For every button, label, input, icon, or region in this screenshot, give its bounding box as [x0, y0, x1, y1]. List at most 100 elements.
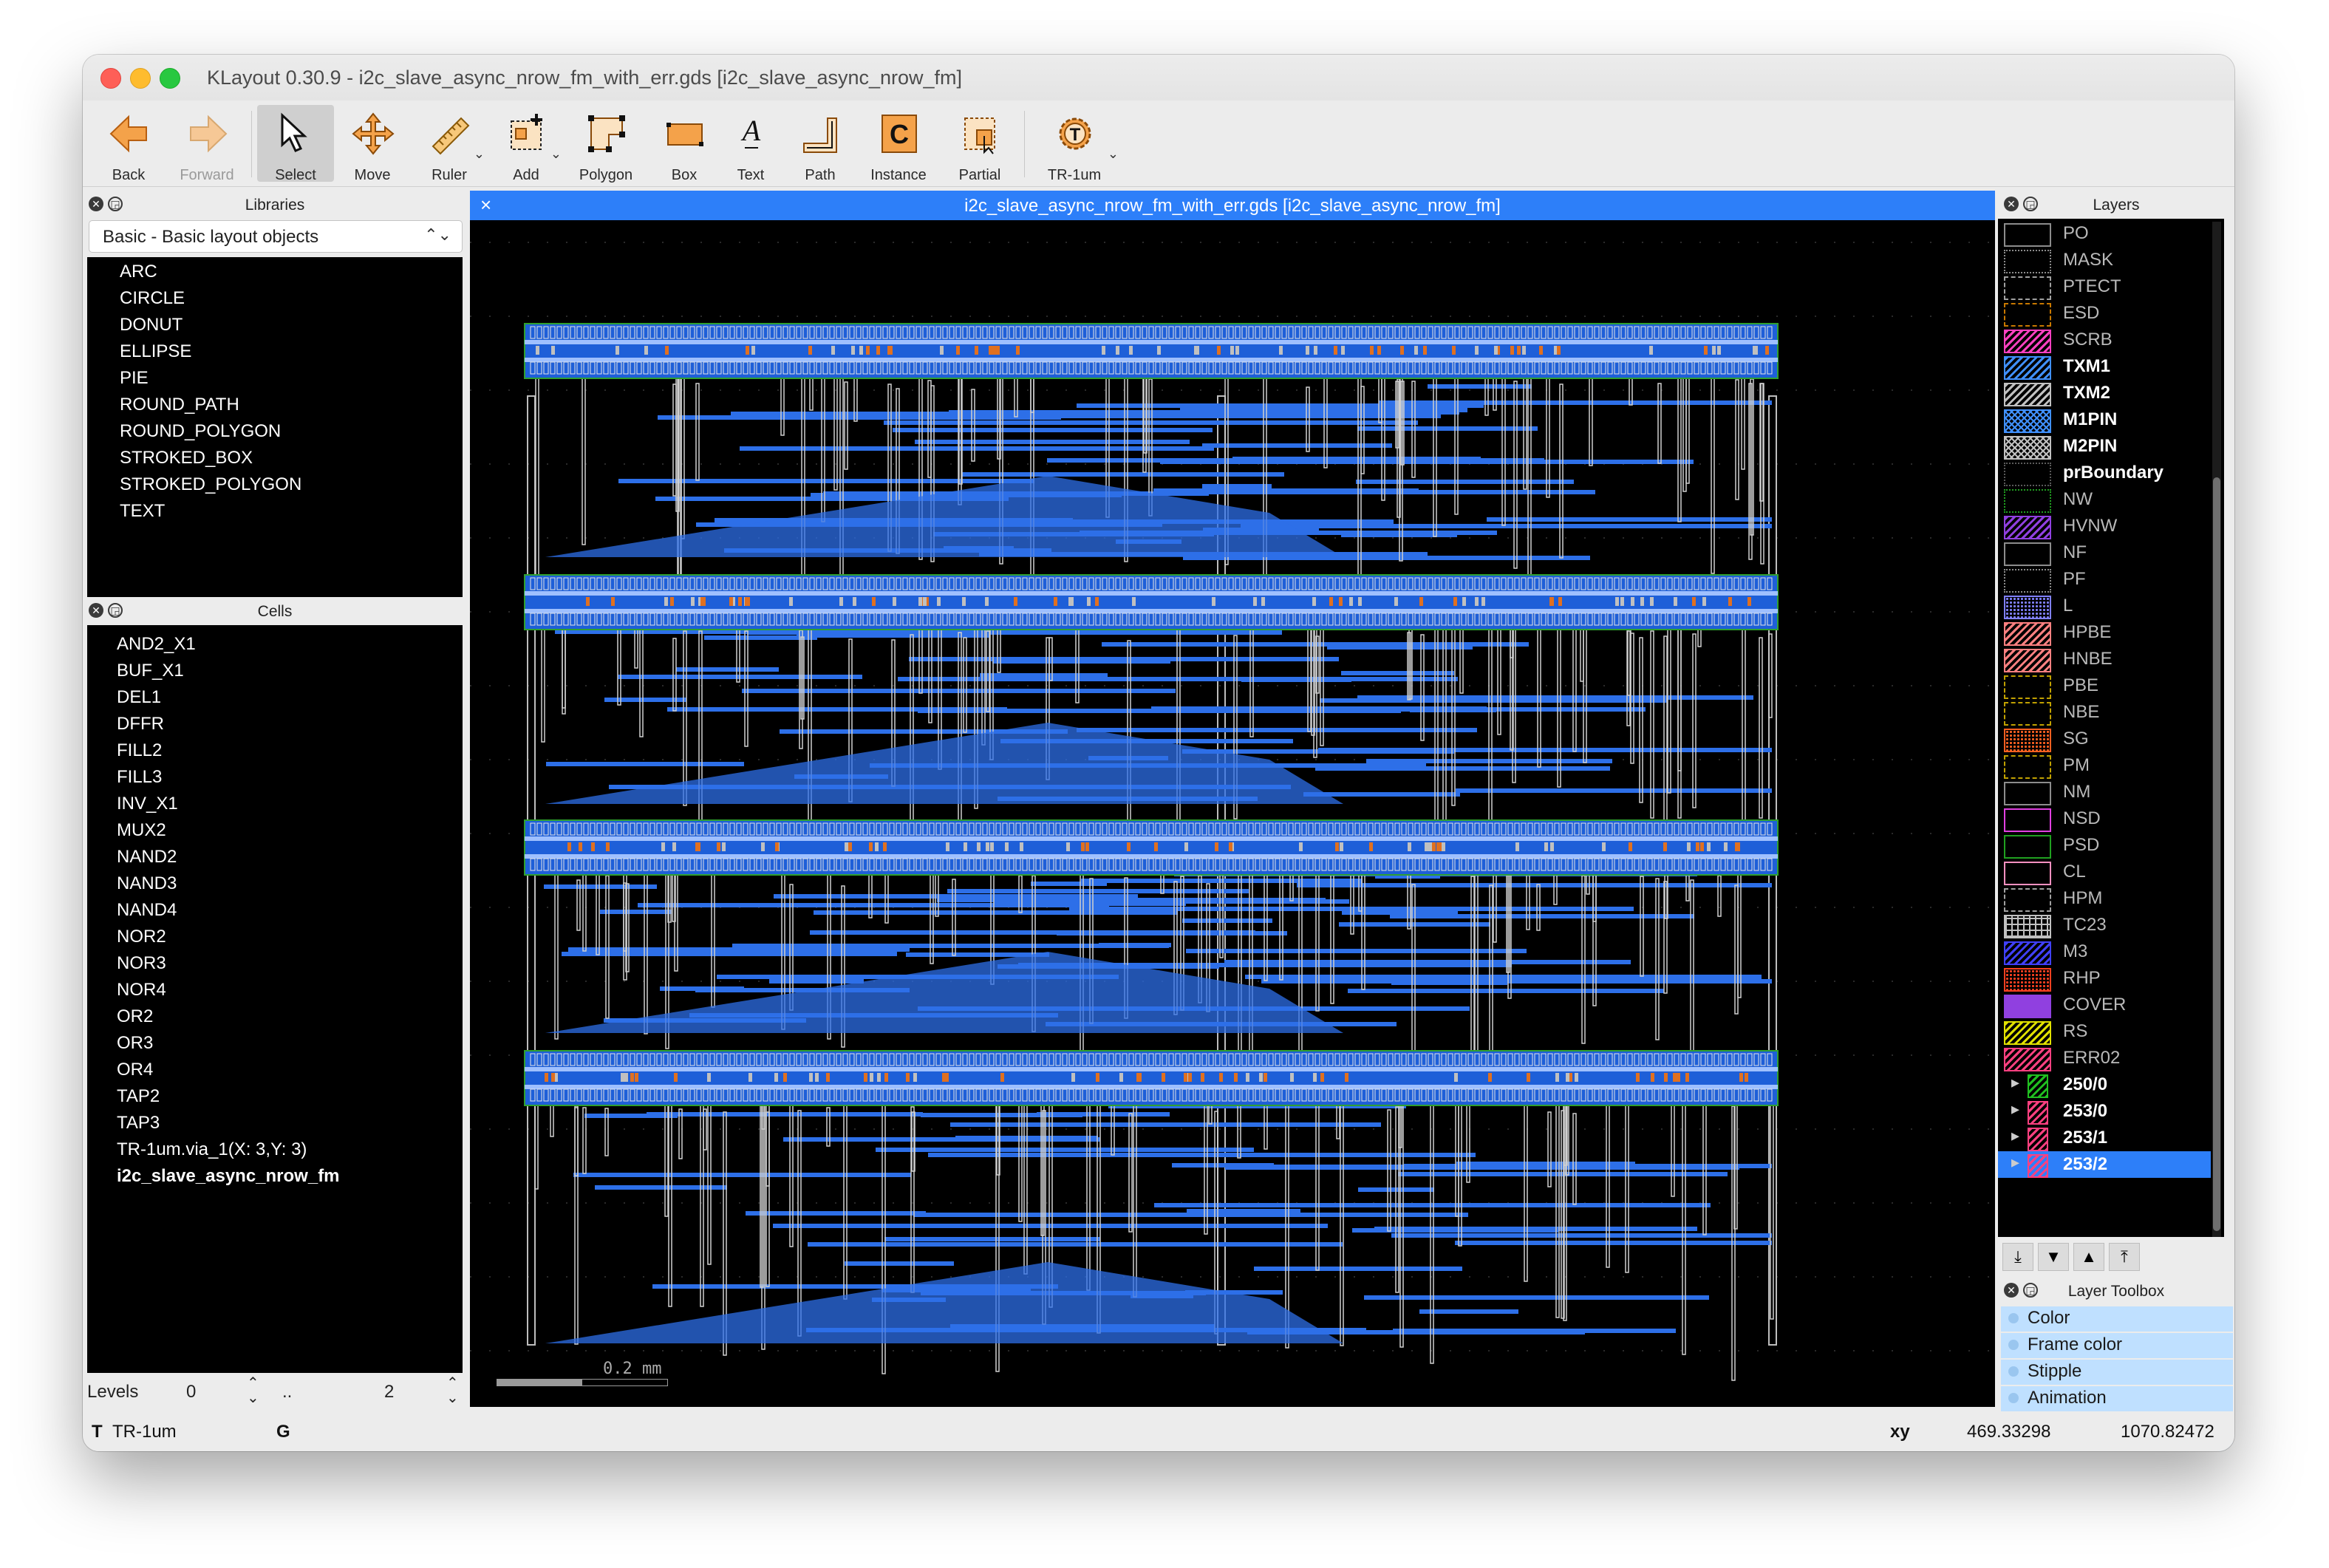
cell-item[interactable]: OR2 [117, 1006, 153, 1027]
layer-row[interactable]: ▸ 250/0 [1998, 1071, 2211, 1098]
cell-item[interactable]: AND2_X1 [117, 634, 196, 655]
expand-arrow-icon[interactable]: ▸ [2011, 1153, 2019, 1172]
layer-row[interactable]: PTECT [1998, 273, 2211, 300]
library-item[interactable]: ROUND_PATH [120, 395, 239, 415]
layout-canvas[interactable]: 0.2 mm [470, 220, 1995, 1407]
layer-row[interactable]: NM [1998, 779, 2211, 805]
move-to-top-icon[interactable]: ⤒ [2109, 1243, 2140, 1271]
layer-row[interactable]: PSD [1998, 832, 2211, 859]
cell-item[interactable]: DFFR [117, 714, 164, 734]
layer-row[interactable]: NBE [1998, 699, 2211, 726]
layer-row[interactable]: PM [1998, 752, 2211, 779]
cell-tree[interactable]: AND2_X1 BUF_X1 DEL1 DFFR FILL2 FILL3 INV_X1 MUX… [87, 630, 463, 1373]
layer-row[interactable]: MASK [1998, 247, 2211, 273]
layer-row[interactable]: HPBE [1998, 619, 2211, 646]
expand-arrow-icon[interactable]: ▸ [2011, 1100, 2019, 1119]
toolbox-section[interactable]: Stipple [2001, 1360, 2233, 1386]
close-window-button[interactable] [100, 68, 121, 89]
cell-item[interactable]: MUX2 [117, 820, 166, 841]
chevron-down-icon[interactable]: ⌄ [474, 146, 485, 162]
level-from-stepper[interactable]: ⌃ ⌄ [247, 1376, 259, 1405]
move-to-bottom-icon[interactable]: ⤓ [2002, 1243, 2033, 1271]
cell-item[interactable]: FILL3 [117, 767, 162, 788]
layer-row[interactable]: SCRB [1998, 327, 2211, 353]
technology-button[interactable]: T TR-1um ⌄ [1036, 105, 1119, 183]
layer-row[interactable]: CL [1998, 859, 2211, 885]
instance-tool-button[interactable]: C Instance [860, 105, 937, 183]
expand-arrow-icon[interactable]: ▸ [2011, 1126, 2019, 1145]
library-item[interactable]: PIE [120, 368, 149, 389]
partial-tool-button[interactable]: Partial [941, 105, 1018, 183]
text-tool-button[interactable]: A Text [712, 105, 789, 183]
move-tool-button[interactable]: Move [334, 105, 411, 183]
select-tool-button[interactable]: Select [257, 105, 334, 183]
layer-row[interactable]: prBoundary [1998, 460, 2211, 486]
ruler-tool-button[interactable]: Ruler ⌄ [411, 105, 488, 183]
polygon-tool-button[interactable]: Polygon [567, 105, 644, 183]
toolbox-section[interactable]: Frame color [2001, 1333, 2233, 1360]
layer-list-scrollbar[interactable] [2212, 222, 2221, 1237]
cell-item[interactable]: BUF_X1 [117, 661, 184, 681]
cell-item[interactable]: OR3 [117, 1033, 153, 1054]
toolbox-section[interactable]: Animation [2001, 1386, 2233, 1413]
layer-row[interactable]: ▸ 253/2 [1998, 1151, 2211, 1178]
layer-row[interactable]: M2PIN [1998, 433, 2211, 460]
layer-row[interactable]: RHP [1998, 965, 2211, 992]
cell-item[interactable]: NAND2 [117, 847, 177, 867]
library-item[interactable]: DONUT [120, 315, 183, 335]
level-to-stepper[interactable]: ⌃ ⌄ [446, 1376, 459, 1405]
cell-item[interactable]: DEL1 [117, 687, 161, 708]
cell-item[interactable]: NOR3 [117, 953, 166, 974]
layer-row[interactable]: HVNW [1998, 513, 2211, 539]
library-item[interactable]: STROKED_BOX [120, 448, 253, 468]
cell-item[interactable]: OR4 [117, 1060, 153, 1080]
chevron-down-icon[interactable]: ⌄ [550, 146, 562, 162]
library-select[interactable]: Basic - Basic layout objects ⌃⌄ [89, 220, 463, 253]
cell-item[interactable]: FILL2 [117, 740, 162, 761]
library-item[interactable]: ROUND_POLYGON [120, 421, 281, 442]
path-tool-button[interactable]: Path [782, 105, 859, 183]
library-item[interactable]: ELLIPSE [120, 341, 191, 362]
cell-item[interactable]: NOR4 [117, 980, 166, 1001]
cell-item[interactable]: TAP3 [117, 1113, 160, 1134]
library-item[interactable]: CIRCLE [120, 288, 185, 309]
add-tool-button[interactable]: Add ⌄ [488, 105, 565, 183]
layer-row[interactable]: TXM1 [1998, 353, 2211, 380]
layer-row[interactable]: PO [1998, 220, 2211, 247]
layer-row[interactable]: RS [1998, 1018, 2211, 1045]
library-item[interactable]: STROKED_POLYGON [120, 474, 301, 495]
layer-row[interactable]: ERR02 [1998, 1045, 2211, 1071]
cell-item[interactable]: TR-1um.via_1(X: 3,Y: 3) [117, 1139, 307, 1160]
layout-view-tab[interactable]: × i2c_slave_async_nrow_fm_with_err.gds [… [470, 191, 1995, 220]
library-cell-list[interactable]: ARC CIRCLE DONUT ELLIPSE PIE ROUND_PATH ROUND_… [87, 257, 463, 647]
layer-row[interactable]: ESD [1998, 300, 2211, 327]
layer-row[interactable]: PBE [1998, 672, 2211, 699]
layer-row[interactable]: TC23 [1998, 912, 2211, 938]
library-item[interactable]: TEXT [120, 501, 165, 522]
layer-row[interactable]: NSD [1998, 805, 2211, 832]
layer-list[interactable]: PO MASK PTECT ESD SCRB TXM1 TXM2 M1PIN M2PIN prBo… [1998, 219, 2224, 1237]
chevron-down-icon[interactable]: ⌄ [1108, 146, 1119, 162]
cell-item[interactable]: NOR2 [117, 927, 166, 947]
scrollbar-thumb[interactable] [2213, 477, 2220, 1231]
cell-item[interactable]: NAND3 [117, 873, 177, 894]
layer-row[interactable]: ▸ 253/0 [1998, 1098, 2211, 1125]
move-up-icon[interactable]: ▲ [2073, 1243, 2104, 1271]
cell-item[interactable]: i2c_slave_async_nrow_fm [117, 1166, 340, 1187]
layer-row[interactable]: M1PIN [1998, 406, 2211, 433]
forward-button[interactable]: Forward [168, 105, 245, 183]
layer-row[interactable]: TXM2 [1998, 380, 2211, 406]
layer-row[interactable]: NW [1998, 486, 2211, 513]
expand-arrow-icon[interactable]: ▸ [2011, 1073, 2019, 1092]
layer-row[interactable]: HNBE [1998, 646, 2211, 672]
level-from-input[interactable]: 0 [186, 1382, 196, 1402]
layer-row[interactable]: PF [1998, 566, 2211, 593]
layer-row[interactable]: COVER [1998, 992, 2211, 1018]
back-button[interactable]: Back [90, 105, 167, 183]
cell-item[interactable]: TAP2 [117, 1086, 160, 1107]
layer-row[interactable]: HPM [1998, 885, 2211, 912]
move-down-icon[interactable]: ▼ [2038, 1243, 2069, 1271]
minimize-window-button[interactable] [130, 68, 151, 89]
toolbox-section[interactable]: Color [2001, 1306, 2233, 1333]
layer-row[interactable]: ▸ 253/1 [1998, 1125, 2211, 1151]
